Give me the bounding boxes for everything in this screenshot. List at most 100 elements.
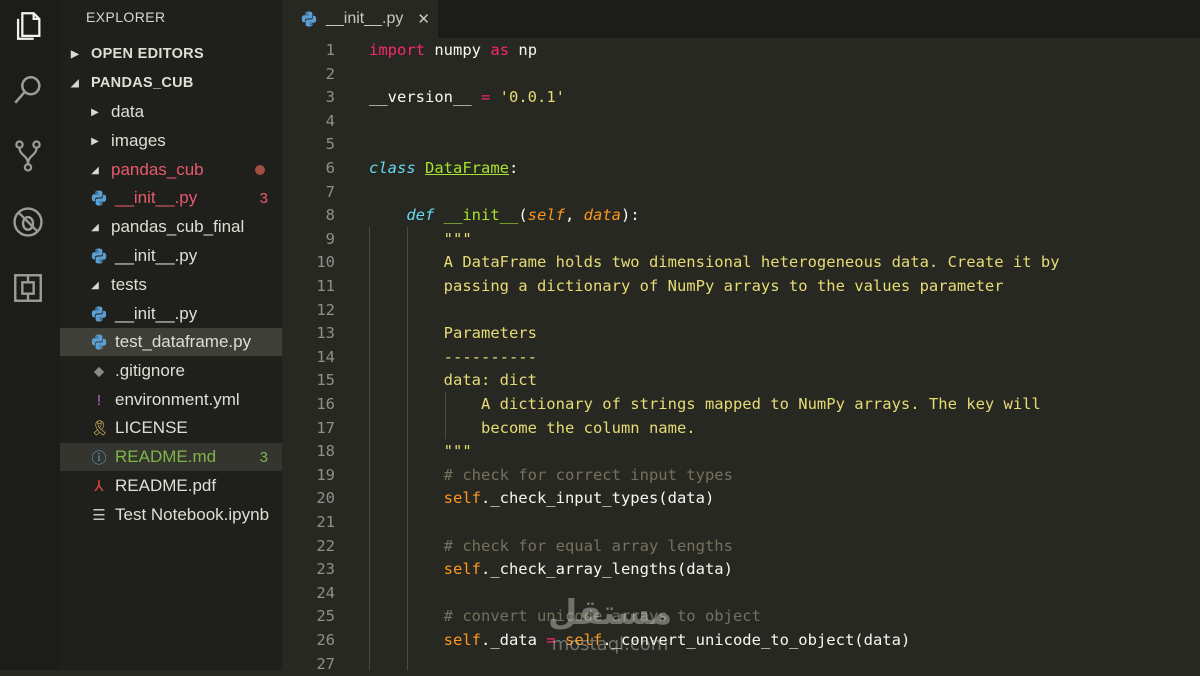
code-line: 24 <box>282 582 1200 606</box>
files-icon[interactable] <box>8 6 48 46</box>
python-icon <box>90 333 108 351</box>
search-icon[interactable] <box>8 70 48 110</box>
code-token: """ <box>369 229 472 248</box>
line-number: 6 <box>325 159 335 177</box>
python-icon <box>90 247 108 265</box>
source-control-icon[interactable] <box>8 136 48 176</box>
code-token: # check for equal array lengths <box>369 536 733 555</box>
line-number: 24 <box>316 583 335 602</box>
code-line: 10 A DataFrame holds two dimensional het… <box>282 251 1200 275</box>
tree-item-label: data <box>111 102 145 121</box>
file-item[interactable]: ⅄ README.pdf <box>60 472 282 500</box>
code-text: __version__ = '0.0.1' <box>369 86 565 110</box>
line-number: 11 <box>316 277 335 295</box>
chevron-right-icon: ▶ <box>91 135 99 147</box>
code-token: = <box>480 88 491 107</box>
chevron-down-icon: ◢ <box>91 279 99 291</box>
line-number: 17 <box>316 418 335 437</box>
folder-item[interactable]: ◢ tests <box>60 271 282 299</box>
code-line: 9 """ <box>282 228 1200 252</box>
file-item[interactable]: __init__.py 3 <box>60 184 282 212</box>
code-token: data <box>583 206 621 225</box>
explorer-title: EXPLORER <box>86 9 166 25</box>
code-token: self <box>527 206 565 225</box>
file-item[interactable]: __init__.py <box>60 242 282 270</box>
tree-item-label: images <box>111 131 166 150</box>
line-number: 2 <box>325 64 335 83</box>
code-line: 17 become the column name. <box>282 417 1200 441</box>
code-text: Parameters <box>369 322 537 346</box>
file-item[interactable]: ⓘ README.md 3 <box>60 443 282 471</box>
file-item[interactable]: __init__.py <box>60 300 282 328</box>
tree-item-label: .gitignore <box>115 361 185 380</box>
folder-item[interactable]: ▶ data <box>60 98 282 126</box>
line-number: 1 <box>325 41 335 59</box>
code-token: ( <box>518 206 528 225</box>
line-number: 12 <box>316 300 335 319</box>
section-header[interactable]: ◢ PANDAS_CUB <box>60 69 282 97</box>
code-line: 21 <box>282 511 1200 535</box>
code-token: '0.0.1' <box>490 88 565 107</box>
code-text: # check for correct input types <box>369 464 733 488</box>
tab-init-py[interactable]: __init__.py ✕ <box>282 0 438 38</box>
code-line: 6 class DataFrame: <box>282 157 1200 181</box>
code-line: 11 passing a dictionary of NumPy arrays … <box>282 275 1200 299</box>
python-icon <box>90 189 108 207</box>
code-text: """ <box>369 440 472 464</box>
folder-item[interactable]: ◢ pandas_cub_final <box>60 213 282 241</box>
code-token: __version__ <box>369 88 481 107</box>
file-item[interactable]: 🎗 LICENSE <box>60 414 282 442</box>
file-item[interactable]: ⬥ .gitignore <box>60 357 282 385</box>
tree-item-label: Test Notebook.ipynb <box>115 505 270 524</box>
tree-item-label: pandas_cub <box>111 160 204 179</box>
code-token: self <box>369 560 481 579</box>
line-number: 21 <box>316 513 335 531</box>
code-token: become the column name. <box>369 418 696 437</box>
code-text: import numpy as np <box>369 39 537 63</box>
close-icon[interactable]: ✕ <box>417 10 430 28</box>
debug-icon[interactable] <box>8 202 48 242</box>
code-token: A dictionary of strings mapped to NumPy … <box>369 395 1041 413</box>
code-token: ---------- <box>369 347 537 366</box>
line-number: 4 <box>325 111 335 130</box>
code-token: ._check_array_lengths(data) <box>480 560 733 579</box>
code-line: 15 data: dict <box>282 369 1200 393</box>
code-token: def <box>406 206 435 225</box>
code-token: , <box>565 206 584 225</box>
folder-item[interactable]: ▶ images <box>60 127 282 155</box>
code-line: 18 """ <box>282 440 1200 464</box>
line-number: 20 <box>316 489 335 508</box>
line-number: 9 <box>325 229 335 248</box>
code-token: ): <box>621 206 640 225</box>
code-token: as <box>490 41 510 59</box>
chevron-right-icon: ▶ <box>91 106 99 118</box>
file-item[interactable]: ☰ Test Notebook.ipynb <box>60 501 282 529</box>
folder-item[interactable]: ◢ pandas_cub <box>60 156 282 184</box>
code-token: class <box>369 159 416 177</box>
tree-item-label: test_dataframe.py <box>115 332 252 351</box>
tree-item-label: README.md <box>115 447 217 466</box>
code-token: : <box>509 159 519 177</box>
tree-item-label: __init__.py <box>115 188 198 207</box>
extensions-icon[interactable] <box>8 268 48 308</box>
code-line: 23 self._check_array_lengths(data) <box>282 558 1200 582</box>
pdf-icon: ⅄ <box>94 478 104 495</box>
line-number: 26 <box>316 631 335 649</box>
git-icon: ⬥ <box>93 362 105 380</box>
code-token: # check for correct input types <box>369 465 733 484</box>
watermark-latin: mostaql.com <box>552 634 669 655</box>
chevron-right-icon: ▶ <box>71 48 79 60</box>
code-token: DataFrame <box>425 159 510 177</box>
watermark-logo: مستقل mostaql.com <box>520 588 700 658</box>
file-item[interactable]: test_dataframe.py <box>60 328 282 356</box>
line-number: 19 <box>316 465 335 484</box>
code-editor[interactable]: 1 import numpy as np 2 3 __version__ = '0.0.… <box>282 38 1200 673</box>
tree-item-label: PANDAS_CUB <box>91 75 194 91</box>
activity-bar <box>0 0 60 670</box>
python-icon <box>90 305 108 323</box>
section-header[interactable]: ▶ OPEN EDITORS <box>60 40 282 68</box>
chevron-down-icon: ◢ <box>91 221 99 233</box>
file-item[interactable]: ! environment.yml <box>60 386 282 414</box>
code-text: class DataFrame: <box>369 157 518 181</box>
